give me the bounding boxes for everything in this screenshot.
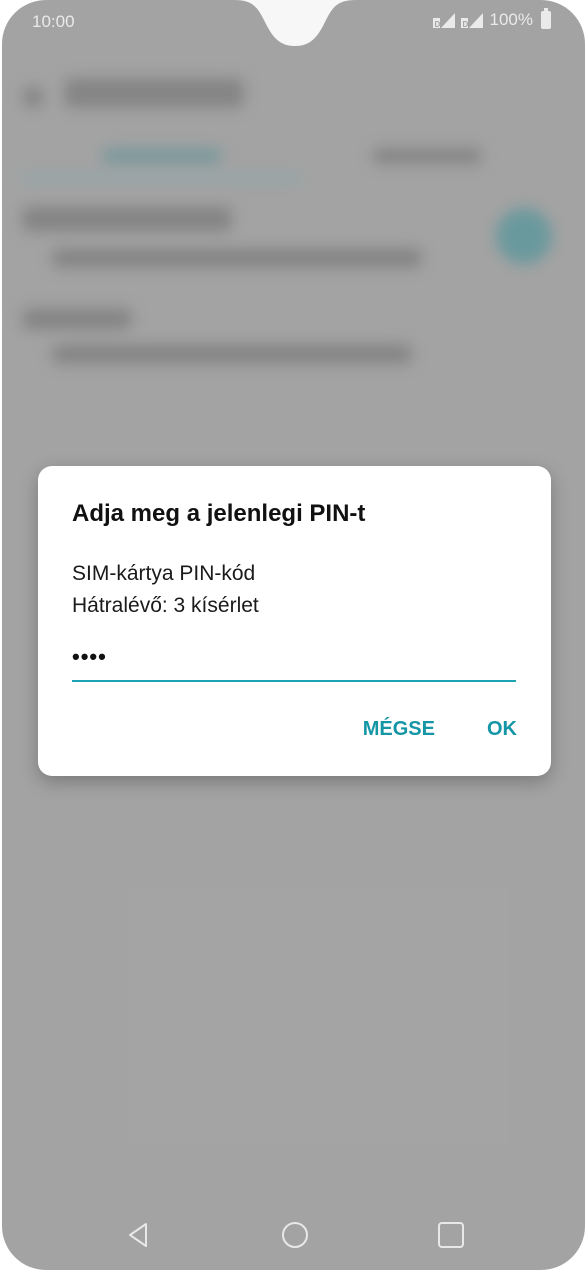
ok-button[interactable]: OK — [487, 718, 517, 741]
navigation-bar — [2, 1208, 585, 1258]
dialog-subtitle-sim-pin: SIM-kártya PIN-kód — [72, 562, 256, 585]
pin-input[interactable]: •••• — [72, 642, 516, 682]
dialog-actions: MÉGSE OK — [363, 718, 517, 741]
pin-dialog: Adja meg a jelenlegi PIN-t SIM-kártya PI… — [38, 466, 551, 776]
recents-icon[interactable] — [436, 1220, 466, 1250]
phone-frame: 10:00 D D 100% Adja meg a jelenlegi PIN-… — [0, 0, 587, 1272]
cancel-button[interactable]: MÉGSE — [363, 718, 435, 741]
dialog-remaining-attempts: Hátralévő: 3 kísérlet — [72, 594, 259, 617]
home-icon[interactable] — [280, 1220, 310, 1250]
back-icon[interactable] — [124, 1220, 154, 1250]
dialog-title: Adja meg a jelenlegi PIN-t — [72, 500, 366, 527]
pin-masked-value: •••• — [72, 644, 107, 669]
screen: 10:00 D D 100% Adja meg a jelenlegi PIN-… — [2, 0, 585, 1270]
